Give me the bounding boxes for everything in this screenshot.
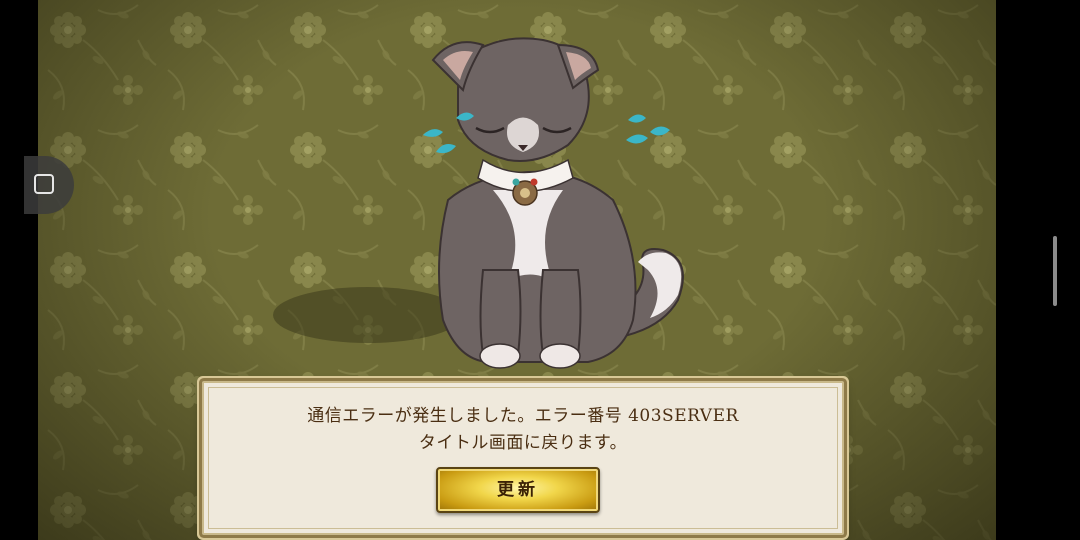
error-dialog: 通信エラーが発生しました。エラー番号 403SERVER タイトル画面に戻ります… xyxy=(202,381,844,535)
screen: 通信エラーが発生しました。エラー番号 403SERVER タイトル画面に戻ります… xyxy=(0,0,1080,540)
game-view: 通信エラーが発生しました。エラー番号 403SERVER タイトル画面に戻ります… xyxy=(38,0,996,540)
error-message-line1: 通信エラーが発生しました。エラー番号 403SERVER xyxy=(307,406,739,426)
refresh-button[interactable]: 更新 xyxy=(436,467,600,513)
error-message-line2: タイトル画面に戻ります。 xyxy=(418,433,628,453)
edge-scrollbar[interactable] xyxy=(1053,236,1057,306)
square-icon xyxy=(34,174,54,194)
